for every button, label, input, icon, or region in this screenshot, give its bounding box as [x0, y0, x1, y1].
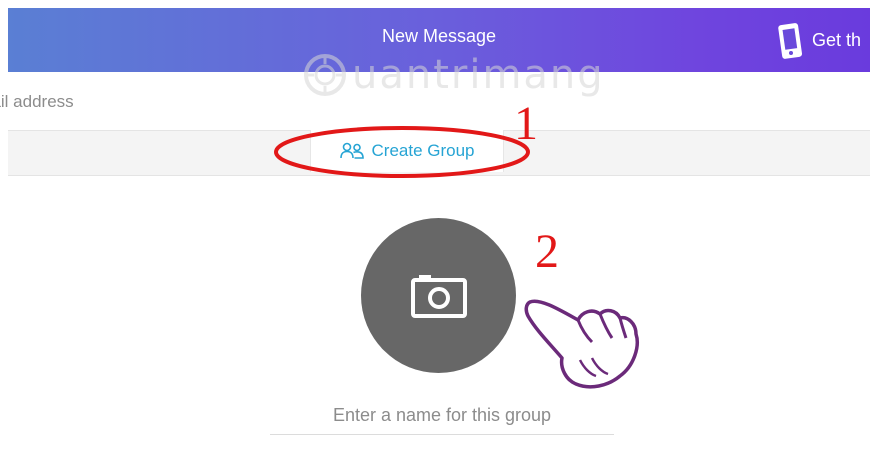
camera-icon [410, 274, 467, 318]
step-2-label: 2 [535, 225, 559, 278]
group-photo-button[interactable] [361, 218, 516, 373]
users-icon [339, 142, 364, 159]
recipient-email-input[interactable] [0, 84, 422, 120]
create-group-button[interactable]: Create Group [310, 130, 504, 172]
get-app-label: Get th [812, 29, 862, 50]
phone-icon [778, 23, 803, 59]
page-title: New Message [381, 26, 497, 46]
step-1-label: 1 [514, 97, 538, 150]
get-app-link[interactable]: Get th [778, 18, 861, 62]
pointing-hand-icon [524, 299, 639, 389]
group-name-input[interactable] [270, 396, 614, 435]
app-header: New Message Get th [8, 8, 870, 72]
create-group-label: Create Group [371, 141, 475, 160]
